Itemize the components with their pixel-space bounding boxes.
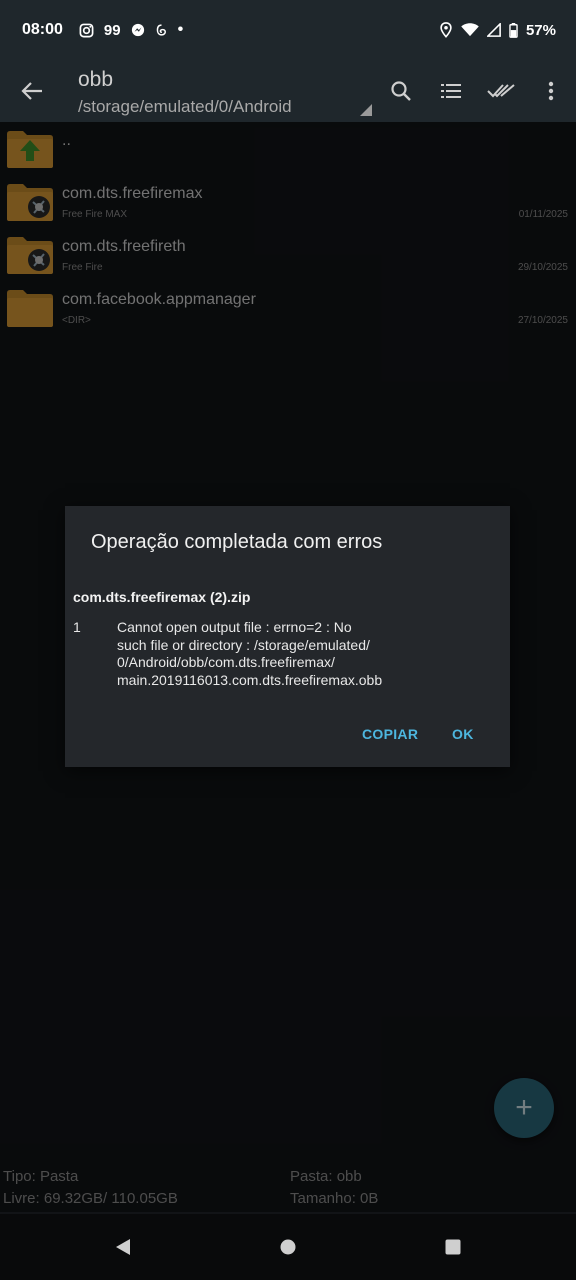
notification-icons: 99 • bbox=[79, 21, 439, 39]
nav-recents-button[interactable] bbox=[440, 1234, 466, 1260]
path-selector[interactable]: obb /storage/emulated/0/Android bbox=[64, 60, 376, 122]
copy-button[interactable]: COPIAR bbox=[362, 726, 418, 742]
ok-button[interactable]: OK bbox=[452, 726, 474, 742]
error-line: 0/Android/obb/com.dts.freefiremax/ bbox=[117, 654, 335, 670]
wifi-icon bbox=[461, 23, 479, 37]
nav-back-button[interactable] bbox=[110, 1234, 136, 1260]
error-dialog: Operação completada com erros com.dts.fr… bbox=[65, 506, 510, 767]
quote-99-icon: 99 bbox=[103, 21, 121, 39]
search-button[interactable] bbox=[376, 60, 426, 122]
app-toolbar: obb /storage/emulated/0/Android bbox=[0, 60, 576, 122]
location-icon bbox=[440, 22, 452, 38]
threads-icon bbox=[156, 24, 166, 36]
list-view-icon bbox=[441, 84, 461, 98]
list-view-button[interactable] bbox=[426, 60, 476, 122]
error-line: Cannot open output file : errno=2 : No bbox=[117, 619, 352, 635]
dot-icon: • bbox=[177, 21, 184, 38]
status-bar: 08:00 99 • 57% bbox=[0, 0, 576, 60]
dialog-filename: com.dts.freefiremax (2).zip bbox=[73, 589, 251, 605]
nav-home-button[interactable] bbox=[275, 1234, 301, 1260]
dropdown-caret-icon bbox=[360, 104, 372, 116]
error-line: main.2019116013.com.dts.freefiremax.obb bbox=[117, 671, 383, 688]
nav-back-icon bbox=[116, 1239, 130, 1255]
select-all-button[interactable] bbox=[476, 60, 526, 122]
folder-title: obb bbox=[78, 68, 114, 91]
search-icon bbox=[391, 81, 411, 101]
error-line: such file or directory : /storage/emulat… bbox=[117, 636, 370, 653]
select-all-icon bbox=[487, 84, 515, 98]
messenger-icon bbox=[131, 23, 144, 37]
more-options-button[interactable] bbox=[526, 60, 576, 122]
arrow-back-icon bbox=[21, 82, 42, 100]
nav-home-icon bbox=[280, 1239, 296, 1255]
toolbar-actions bbox=[376, 60, 576, 122]
system-icons: 57% bbox=[439, 22, 556, 39]
error-number: 1 bbox=[73, 619, 81, 635]
signal-icon bbox=[486, 23, 501, 37]
nav-recents-icon bbox=[445, 1239, 461, 1255]
back-button[interactable] bbox=[0, 60, 64, 122]
error-message: Cannot open output file : errno=2 : No s… bbox=[117, 619, 447, 689]
system-nav-bar bbox=[0, 1214, 576, 1280]
dialog-title: Operação completada com erros bbox=[91, 531, 383, 553]
battery-icon bbox=[509, 22, 518, 38]
more-vert-icon bbox=[548, 81, 554, 101]
battery-percentage: 57% bbox=[525, 21, 556, 39]
folder-path: /storage/emulated/0/Android bbox=[78, 97, 292, 116]
status-time: 08:00 bbox=[22, 21, 63, 38]
instagram-icon bbox=[79, 23, 94, 37]
